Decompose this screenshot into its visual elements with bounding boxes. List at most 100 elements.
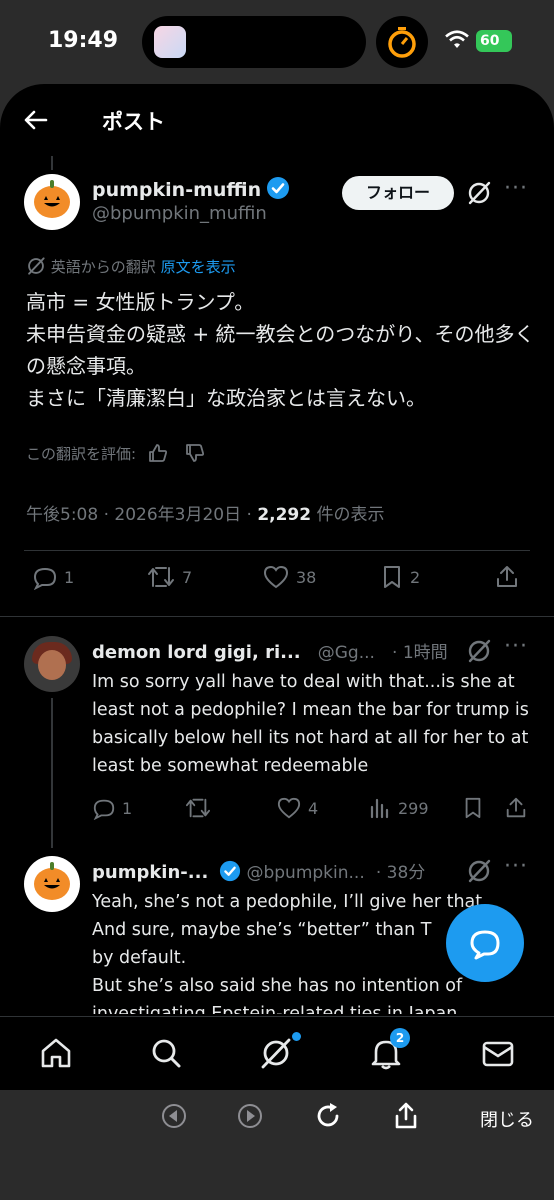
verified-badge-icon <box>220 860 241 882</box>
reload-icon[interactable] <box>312 1100 344 1132</box>
reply-count: 1 <box>122 798 133 818</box>
browser-back-icon[interactable] <box>160 1102 188 1130</box>
translation-source-label: 英語からの翻訳 <box>50 258 156 276</box>
heart-icon <box>277 797 301 819</box>
avatar-face <box>38 650 66 680</box>
reply-action[interactable]: 1 <box>32 564 74 590</box>
grok-icon[interactable] <box>466 180 492 206</box>
battery-indicator: 60 <box>476 30 512 52</box>
live-activity-app-icon <box>154 26 186 58</box>
share-icon[interactable] <box>392 1100 420 1132</box>
search-icon[interactable] <box>148 1035 184 1071</box>
grok-icon[interactable] <box>466 638 492 664</box>
view-count: 299 <box>398 798 429 818</box>
thread-connector <box>51 156 53 170</box>
thumbs-down-icon[interactable] <box>184 442 206 464</box>
grok-small-icon <box>28 257 45 275</box>
reply-author-name[interactable]: demon lord gigi, ri... <box>92 642 301 663</box>
reply-icon <box>93 799 115 820</box>
like-action[interactable]: 38 <box>262 564 316 590</box>
bottom-tab-bar <box>0 1016 554 1090</box>
bookmark-action[interactable]: 2 <box>380 564 420 590</box>
messages-icon[interactable] <box>480 1035 516 1071</box>
more-options-icon[interactable]: ··· <box>504 176 528 201</box>
view-count: 2,292 <box>257 505 312 525</box>
status-bar: 19:49 60 <box>0 0 554 84</box>
repost-icon <box>186 798 211 818</box>
like-action[interactable]: 4 <box>276 796 318 820</box>
reply-author-handle: @bpumpkin... <box>246 863 365 883</box>
author-handle: @bpumpkin_muffin <box>92 203 267 224</box>
more-options-icon[interactable]: ··· <box>504 634 528 659</box>
rate-translation-label: この翻訳を評価: <box>26 445 137 463</box>
top-bar: ポスト <box>0 84 554 156</box>
pumpkin-face <box>44 196 60 207</box>
timer-activity <box>376 16 428 68</box>
reply-action[interactable]: 1 <box>92 796 132 820</box>
thumbs-up-icon[interactable] <box>147 442 169 464</box>
like-count: 4 <box>308 798 319 818</box>
share-action[interactable] <box>494 564 520 590</box>
repost-icon <box>148 567 174 587</box>
heart-icon <box>263 565 289 589</box>
post-meta: 午後5:08 · 2026年3月20日 · 2,292 件の表示 <box>26 500 385 525</box>
share-icon <box>506 797 526 818</box>
more-options-icon[interactable]: ··· <box>504 854 528 879</box>
in-app-browser-toolbar: 閉じる <box>0 1090 554 1200</box>
compose-reply-button[interactable] <box>446 904 524 982</box>
analytics-icon <box>370 798 389 819</box>
reply-author-handle: @Gg... <box>317 643 375 663</box>
like-count: 38 <box>296 567 317 587</box>
repost-action[interactable]: 7 <box>146 564 192 590</box>
browser-forward-icon[interactable] <box>236 1102 264 1130</box>
battery-level: 60 <box>480 33 500 49</box>
reply-count: 1 <box>64 567 75 587</box>
repost-action[interactable] <box>184 796 212 820</box>
reply-author-name[interactable]: pumpkin-... <box>92 862 208 883</box>
grok-new-indicator <box>292 1032 301 1041</box>
translation-note: 英語からの翻訳 原文を表示 <box>26 256 236 277</box>
author-name[interactable]: pumpkin-muffin <box>92 179 261 201</box>
divider <box>24 550 530 551</box>
status-time: 19:49 <box>48 28 119 53</box>
dynamic-island <box>142 16 366 68</box>
bookmark-action[interactable] <box>462 796 484 820</box>
divider <box>0 616 554 617</box>
close-browser-button[interactable]: 閉じる <box>480 1106 534 1132</box>
pumpkin-face <box>44 878 60 889</box>
reply-time: · 38分 <box>375 863 426 883</box>
reply-icon <box>33 567 57 590</box>
reply-time: · 1時間 <box>392 643 448 663</box>
bookmark-count: 2 <box>410 567 421 587</box>
reply-avatar[interactable] <box>24 856 80 912</box>
post-actions: 1 7 38 2 <box>0 564 554 604</box>
bookmark-icon <box>465 797 481 819</box>
show-original-link[interactable]: 原文を表示 <box>161 258 236 276</box>
page-title: ポスト <box>102 110 165 134</box>
home-icon[interactable] <box>38 1035 74 1071</box>
share-action[interactable] <box>504 796 528 820</box>
pumpkin-image <box>34 180 70 218</box>
view-count-label: 件の表示 <box>311 505 385 525</box>
bookmark-icon <box>384 566 400 588</box>
notification-badge: 2 <box>390 1028 410 1048</box>
views-action[interactable]: 299 <box>368 796 429 820</box>
grok-icon[interactable] <box>466 858 492 884</box>
wifi-icon <box>445 30 469 48</box>
rate-translation: この翻訳を評価: <box>26 442 206 464</box>
pumpkin-image <box>34 862 70 900</box>
reply-body: Im so sorry yall have to deal with that.… <box>92 672 529 776</box>
post-body: 高市 = 女性版トランプ。 未申告資金の疑惑 + 統一教会とのつながり、その他多… <box>26 290 535 410</box>
follow-button[interactable]: フォロー <box>342 176 454 210</box>
reply-actions: 1 4 299 <box>0 796 554 836</box>
reply-avatar[interactable] <box>24 636 80 692</box>
verified-badge-icon <box>267 177 290 199</box>
reply-compose-icon <box>470 930 500 960</box>
back-arrow-icon[interactable] <box>22 106 50 134</box>
grok-tab-icon[interactable] <box>258 1035 294 1071</box>
timer-icon <box>388 27 416 58</box>
author-info: pumpkin-muffin @bpumpkin_muffin <box>92 176 290 224</box>
share-icon <box>497 566 517 587</box>
author-avatar[interactable] <box>24 174 80 230</box>
repost-count: 7 <box>182 567 193 587</box>
